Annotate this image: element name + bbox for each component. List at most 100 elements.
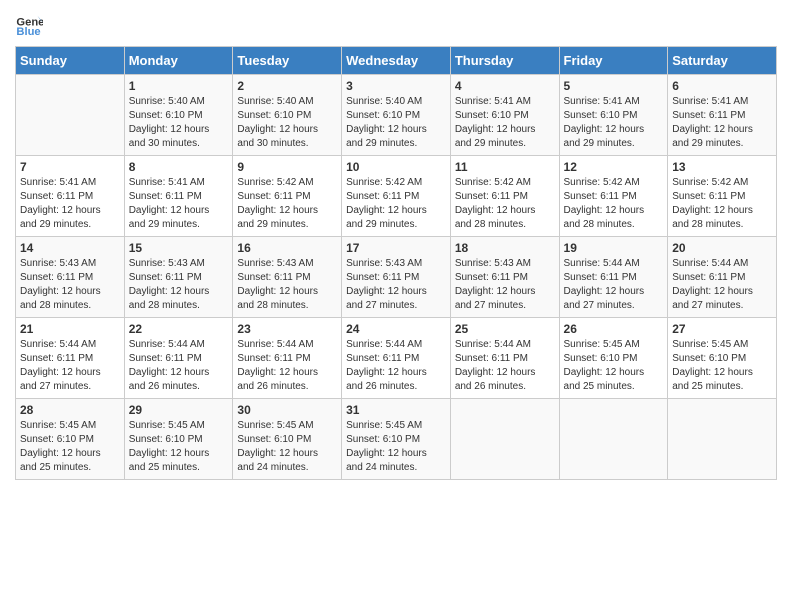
calendar-cell: 24 Sunrise: 5:44 AM Sunset: 6:11 PM Dayli…	[342, 318, 451, 399]
day-number: 19	[564, 241, 664, 255]
day-info: Sunrise: 5:42 AM Sunset: 6:11 PM Dayligh…	[564, 176, 664, 232]
calendar-cell: 6 Sunrise: 5:41 AM Sunset: 6:11 PM Daylig…	[668, 75, 777, 156]
calendar-week-1: 1Sunrise: 5:40 AM Sunset: 6:10 PM Daylig…	[16, 75, 777, 156]
day-number: 7	[20, 160, 120, 174]
calendar-cell	[450, 399, 559, 480]
calendar-cell: 1Sunrise: 5:40 AM Sunset: 6:10 PM Daylig…	[124, 75, 233, 156]
svg-text:Blue: Blue	[16, 26, 40, 38]
calendar-cell: 31 Sunrise: 5:45 AM Sunset: 6:10 PM Dayli…	[342, 399, 451, 480]
day-number: 5	[564, 79, 664, 93]
calendar-week-5: 28 Sunrise: 5:45 AM Sunset: 6:10 PM Dayli…	[16, 399, 777, 480]
day-info: Sunrise: 5:44 AM Sunset: 6:11 PM Dayligh…	[564, 257, 664, 313]
calendar-cell: 7 Sunrise: 5:41 AM Sunset: 6:11 PM Daylig…	[16, 156, 125, 237]
logo: General Blue	[15, 10, 45, 38]
calendar-cell	[16, 75, 125, 156]
calendar-cell: 2 Sunrise: 5:40 AM Sunset: 6:10 PM Daylig…	[233, 75, 342, 156]
day-info: Sunrise: 5:43 AM Sunset: 6:11 PM Dayligh…	[455, 257, 555, 313]
day-number: 3	[346, 79, 446, 93]
calendar-cell: 15 Sunrise: 5:43 AM Sunset: 6:11 PM Dayli…	[124, 237, 233, 318]
calendar-body: 1Sunrise: 5:40 AM Sunset: 6:10 PM Daylig…	[16, 75, 777, 480]
day-info: Sunrise: 5:41 AM Sunset: 6:11 PM Dayligh…	[129, 176, 229, 232]
day-number: 8	[129, 160, 229, 174]
day-info: Sunrise: 5:45 AM Sunset: 6:10 PM Dayligh…	[672, 338, 772, 394]
calendar-cell: 3 Sunrise: 5:40 AM Sunset: 6:10 PM Daylig…	[342, 75, 451, 156]
day-info: Sunrise: 5:45 AM Sunset: 6:10 PM Dayligh…	[564, 338, 664, 394]
day-number: 24	[346, 322, 446, 336]
day-info: Sunrise: 5:42 AM Sunset: 6:11 PM Dayligh…	[455, 176, 555, 232]
header-cell-monday: Monday	[124, 47, 233, 75]
day-number: 6	[672, 79, 772, 93]
calendar-cell: 16Sunrise: 5:43 AM Sunset: 6:11 PM Dayli…	[233, 237, 342, 318]
header-cell-sunday: Sunday	[16, 47, 125, 75]
calendar-cell: 13 Sunrise: 5:42 AM Sunset: 6:11 PM Dayli…	[668, 156, 777, 237]
calendar-cell: 18 Sunrise: 5:43 AM Sunset: 6:11 PM Dayli…	[450, 237, 559, 318]
calendar-table: SundayMondayTuesdayWednesdayThursdayFrid…	[15, 46, 777, 480]
day-info: Sunrise: 5:44 AM Sunset: 6:11 PM Dayligh…	[237, 338, 337, 394]
calendar-cell: 27 Sunrise: 5:45 AM Sunset: 6:10 PM Dayli…	[668, 318, 777, 399]
calendar-cell: 25Sunrise: 5:44 AM Sunset: 6:11 PM Dayli…	[450, 318, 559, 399]
day-number: 16	[237, 241, 337, 255]
day-info: Sunrise: 5:45 AM Sunset: 6:10 PM Dayligh…	[237, 419, 337, 475]
header-cell-saturday: Saturday	[668, 47, 777, 75]
day-number: 4	[455, 79, 555, 93]
day-number: 18	[455, 241, 555, 255]
day-info: Sunrise: 5:41 AM Sunset: 6:10 PM Dayligh…	[455, 95, 555, 151]
day-info: Sunrise: 5:45 AM Sunset: 6:10 PM Dayligh…	[20, 419, 120, 475]
day-number: 15	[129, 241, 229, 255]
day-number: 14	[20, 241, 120, 255]
header-row: SundayMondayTuesdayWednesdayThursdayFrid…	[16, 47, 777, 75]
day-info: Sunrise: 5:44 AM Sunset: 6:11 PM Dayligh…	[672, 257, 772, 313]
day-number: 2	[237, 79, 337, 93]
calendar-cell: 10 Sunrise: 5:42 AM Sunset: 6:11 PM Dayli…	[342, 156, 451, 237]
day-number: 26	[564, 322, 664, 336]
day-number: 11	[455, 160, 555, 174]
day-info: Sunrise: 5:45 AM Sunset: 6:10 PM Dayligh…	[346, 419, 446, 475]
day-info: Sunrise: 5:40 AM Sunset: 6:10 PM Dayligh…	[237, 95, 337, 151]
calendar-cell: 17 Sunrise: 5:43 AM Sunset: 6:11 PM Dayli…	[342, 237, 451, 318]
calendar-cell: 12 Sunrise: 5:42 AM Sunset: 6:11 PM Dayli…	[559, 156, 668, 237]
logo-icon: General Blue	[15, 10, 43, 38]
calendar-cell: 19 Sunrise: 5:44 AM Sunset: 6:11 PM Dayli…	[559, 237, 668, 318]
day-info: Sunrise: 5:41 AM Sunset: 6:11 PM Dayligh…	[20, 176, 120, 232]
day-number: 22	[129, 322, 229, 336]
day-number: 9	[237, 160, 337, 174]
day-info: Sunrise: 5:42 AM Sunset: 6:11 PM Dayligh…	[346, 176, 446, 232]
day-info: Sunrise: 5:43 AM Sunset: 6:11 PM Dayligh…	[20, 257, 120, 313]
calendar-cell: 22 Sunrise: 5:44 AM Sunset: 6:11 PM Dayli…	[124, 318, 233, 399]
calendar-cell: 21Sunrise: 5:44 AM Sunset: 6:11 PM Dayli…	[16, 318, 125, 399]
header-cell-wednesday: Wednesday	[342, 47, 451, 75]
calendar-cell: 20Sunrise: 5:44 AM Sunset: 6:11 PM Dayli…	[668, 237, 777, 318]
calendar-week-4: 21 Sunrise: 5:44 AM Sunset: 6:11 PM Dayli…	[16, 318, 777, 399]
calendar-week-3: 14 Sunrise: 5:43 AM Sunset: 6:11 PM Dayli…	[16, 237, 777, 318]
day-info: Sunrise: 5:45 AM Sunset: 6:10 PM Dayligh…	[129, 419, 229, 475]
day-info: Sunrise: 5:44 AM Sunset: 6:11 PM Dayligh…	[129, 338, 229, 394]
calendar-cell: 26 Sunrise: 5:45 AM Sunset: 6:10 PM Dayli…	[559, 318, 668, 399]
calendar-cell: 23Sunrise: 5:44 AM Sunset: 6:11 PM Dayli…	[233, 318, 342, 399]
day-number: 17	[346, 241, 446, 255]
day-number: 31	[346, 403, 446, 417]
header-cell-tuesday: Tuesday	[233, 47, 342, 75]
calendar-cell: 4 Sunrise: 5:41 AM Sunset: 6:10 PM Daylig…	[450, 75, 559, 156]
page-header: General Blue	[15, 10, 777, 38]
calendar-cell: 8 Sunrise: 5:41 AM Sunset: 6:11 PM Daylig…	[124, 156, 233, 237]
day-info: Sunrise: 5:41 AM Sunset: 6:10 PM Dayligh…	[564, 95, 664, 151]
calendar-cell: 9 Sunrise: 5:42 AM Sunset: 6:11 PM Daylig…	[233, 156, 342, 237]
calendar-week-2: 7 Sunrise: 5:41 AM Sunset: 6:11 PM Daylig…	[16, 156, 777, 237]
day-info: Sunrise: 5:44 AM Sunset: 6:11 PM Dayligh…	[346, 338, 446, 394]
day-info: Sunrise: 5:42 AM Sunset: 6:11 PM Dayligh…	[237, 176, 337, 232]
calendar-header: SundayMondayTuesdayWednesdayThursdayFrid…	[16, 47, 777, 75]
day-info: Sunrise: 5:43 AM Sunset: 6:11 PM Dayligh…	[346, 257, 446, 313]
day-number: 28	[20, 403, 120, 417]
day-info: Sunrise: 5:40 AM Sunset: 6:10 PM Dayligh…	[129, 95, 229, 151]
day-info: Sunrise: 5:41 AM Sunset: 6:11 PM Dayligh…	[672, 95, 772, 151]
day-info: Sunrise: 5:43 AM Sunset: 6:11 PM Dayligh…	[129, 257, 229, 313]
day-number: 21	[20, 322, 120, 336]
day-number: 27	[672, 322, 772, 336]
day-number: 12	[564, 160, 664, 174]
day-info: Sunrise: 5:44 AM Sunset: 6:11 PM Dayligh…	[455, 338, 555, 394]
day-number: 10	[346, 160, 446, 174]
day-number: 13	[672, 160, 772, 174]
calendar-cell: 29Sunrise: 5:45 AM Sunset: 6:10 PM Dayli…	[124, 399, 233, 480]
day-info: Sunrise: 5:40 AM Sunset: 6:10 PM Dayligh…	[346, 95, 446, 151]
day-info: Sunrise: 5:42 AM Sunset: 6:11 PM Dayligh…	[672, 176, 772, 232]
